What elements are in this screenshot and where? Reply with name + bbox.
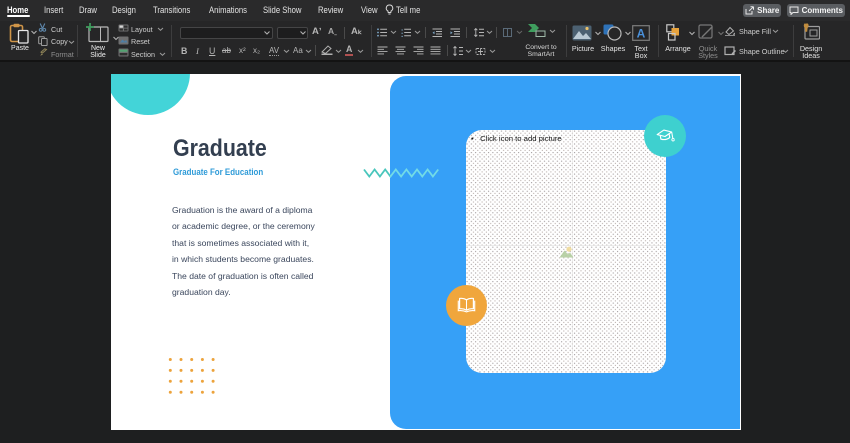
svg-text:A: A <box>637 27 646 41</box>
